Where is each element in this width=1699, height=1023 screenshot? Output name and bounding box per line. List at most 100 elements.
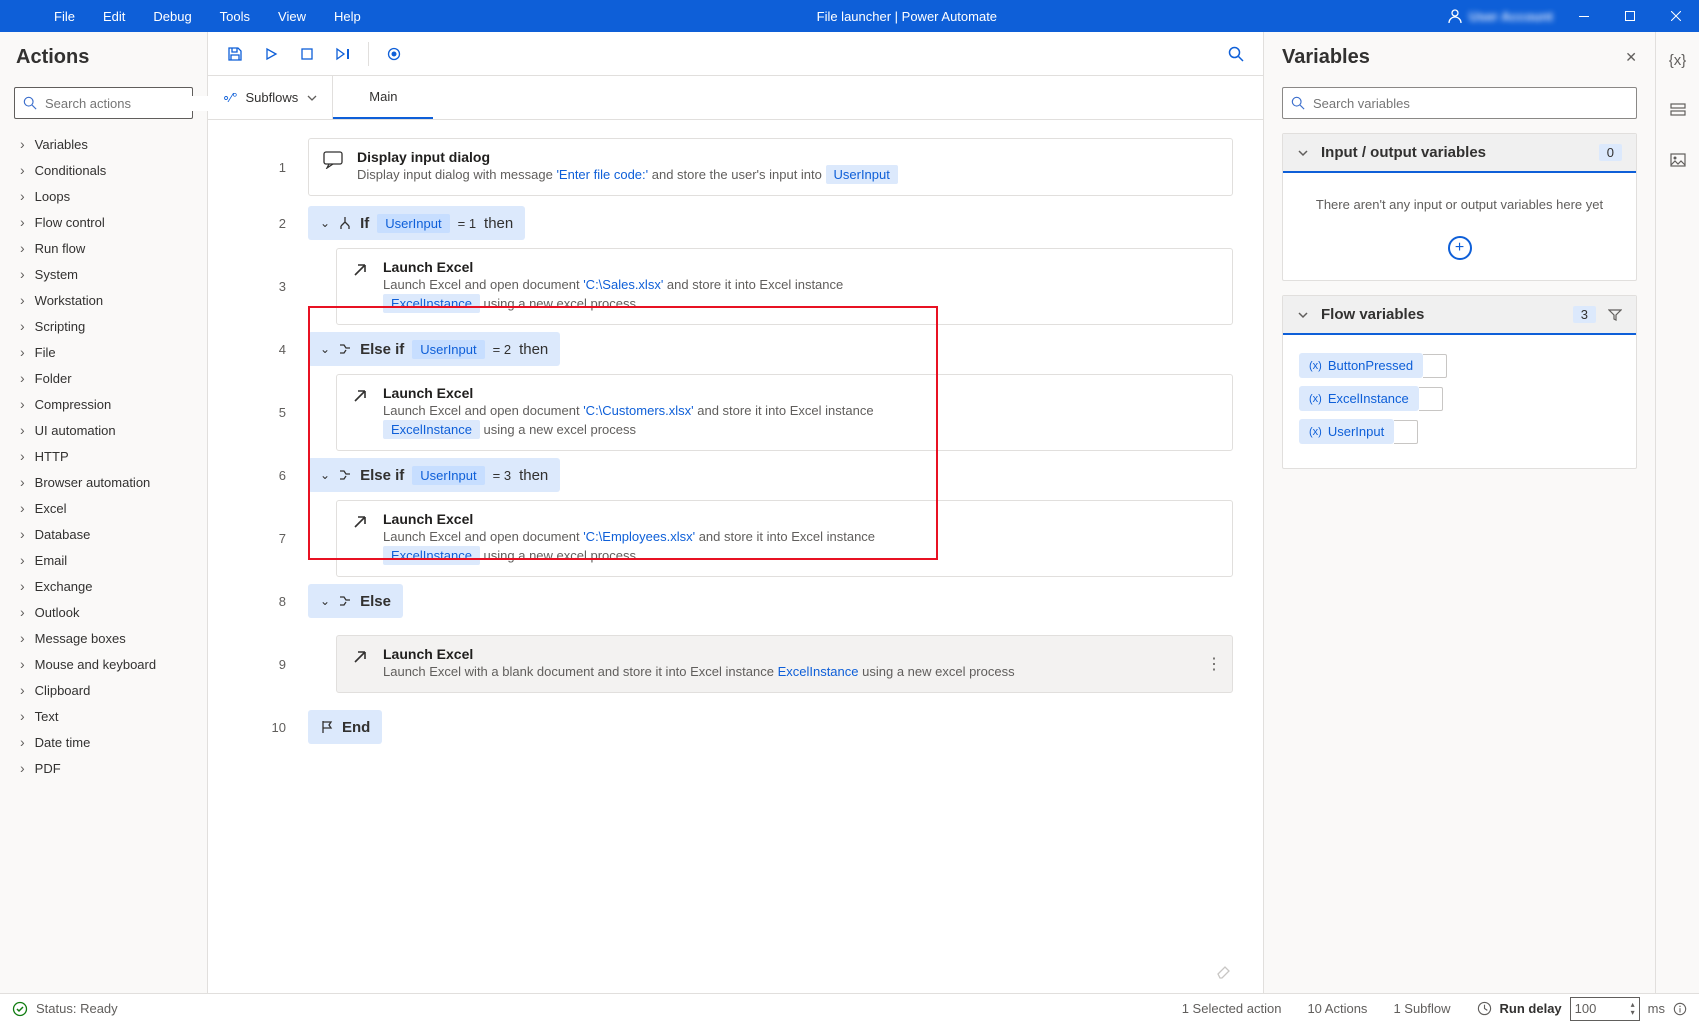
action-group-http[interactable]: HTTP: [2, 443, 203, 469]
actions-list[interactable]: Variables Conditionals Loops Flow contro…: [0, 131, 207, 993]
run-delay-group: Run delay 100 ▴▾ ms: [1477, 997, 1687, 1021]
action-group-folder[interactable]: Folder: [2, 365, 203, 391]
step-6[interactable]: ⌄ Else if UserInput = 3 then: [308, 450, 1233, 500]
action-group-outlook[interactable]: Outlook: [2, 599, 203, 625]
action-group-compression[interactable]: Compression: [2, 391, 203, 417]
search-actions-input[interactable]: [45, 96, 221, 111]
step-9-desc: Launch Excel with a blank document and s…: [383, 662, 1015, 682]
action-group-message-boxes[interactable]: Message boxes: [2, 625, 203, 651]
elseif-op: = 2: [493, 342, 511, 357]
step-button[interactable]: [328, 39, 358, 69]
more-button[interactable]: ⋮: [1206, 654, 1222, 674]
search-variables-input[interactable]: [1313, 96, 1628, 111]
var-excelinstance-pill: ExcelInstance: [383, 294, 480, 313]
step-10[interactable]: End: [308, 702, 1233, 752]
collapse-icon[interactable]: ⌄: [320, 468, 330, 482]
spinner-buttons[interactable]: ▴▾: [1631, 1001, 1635, 1017]
run-button[interactable]: [256, 39, 286, 69]
search-actions-box[interactable]: [14, 87, 193, 119]
step-4[interactable]: ⌄ Else if UserInput = 2 then: [308, 324, 1233, 374]
branch-icon: [338, 216, 352, 230]
action-group-flow-control[interactable]: Flow control: [2, 209, 203, 235]
action-group-exchange[interactable]: Exchange: [2, 573, 203, 599]
menu-tools[interactable]: Tools: [206, 0, 264, 32]
subflows-dropdown[interactable]: ∘∕° Subflows: [208, 76, 333, 119]
flow-var-userinput[interactable]: (x)UserInput: [1299, 419, 1620, 444]
action-group-ui-automation[interactable]: UI automation: [2, 417, 203, 443]
then-keyword: then: [519, 341, 548, 358]
io-variables-count: 0: [1599, 144, 1622, 161]
menu-debug[interactable]: Debug: [139, 0, 205, 32]
action-group-text[interactable]: Text: [2, 703, 203, 729]
record-button[interactable]: [379, 39, 409, 69]
user-section[interactable]: User Account: [1439, 8, 1561, 24]
line-10: 10: [208, 702, 286, 752]
step-3-desc: Launch Excel and open document 'C:\Sales…: [383, 275, 843, 314]
var-userinput-pill: UserInput: [377, 214, 449, 233]
action-group-pdf[interactable]: PDF: [2, 755, 203, 781]
step-2[interactable]: ⌄ If UserInput = 1 then: [308, 198, 1233, 248]
action-group-date-time[interactable]: Date time: [2, 729, 203, 755]
flow-canvas[interactable]: 1 2 3 4 5 6 7 8 9 10 Display input dialo…: [208, 120, 1263, 993]
menu-file[interactable]: File: [40, 0, 89, 32]
menu-edit[interactable]: Edit: [89, 0, 139, 32]
action-group-run-flow[interactable]: Run flow: [2, 235, 203, 261]
step-3[interactable]: Launch Excel Launch Excel and open docum…: [308, 248, 1233, 324]
menu-view[interactable]: View: [264, 0, 320, 32]
flow-var-buttonpressed[interactable]: (x)ButtonPressed: [1299, 353, 1620, 378]
action-group-file[interactable]: File: [2, 339, 203, 365]
close-button[interactable]: [1653, 0, 1699, 32]
step-1-title: Display input dialog: [357, 149, 898, 165]
minimize-button[interactable]: [1561, 0, 1607, 32]
variables-title: Variables: [1282, 46, 1625, 69]
tab-main[interactable]: Main: [333, 76, 433, 119]
action-group-loops[interactable]: Loops: [2, 183, 203, 209]
filter-icon[interactable]: [1608, 308, 1622, 322]
action-group-email[interactable]: Email: [2, 547, 203, 573]
collapse-icon[interactable]: ⌄: [320, 216, 330, 230]
action-group-database[interactable]: Database: [2, 521, 203, 547]
step-8[interactable]: ⌄ Else: [308, 576, 1233, 626]
action-group-browser-automation[interactable]: Browser automation: [2, 469, 203, 495]
toolbar-search-button[interactable]: [1221, 39, 1251, 69]
images-rail-button[interactable]: [1662, 144, 1694, 176]
variables-rail-button[interactable]: {x}: [1662, 44, 1694, 76]
ui-elements-rail-button[interactable]: [1662, 94, 1694, 126]
io-variables-title: Input / output variables: [1321, 144, 1587, 161]
action-group-mouse-keyboard[interactable]: Mouse and keyboard: [2, 651, 203, 677]
step-9[interactable]: Launch Excel Launch Excel with a blank d…: [308, 626, 1233, 702]
flow-variables-head[interactable]: Flow variables 3: [1283, 296, 1636, 335]
step-7[interactable]: Launch Excel Launch Excel and open docum…: [308, 500, 1233, 576]
save-button[interactable]: [220, 39, 250, 69]
step-5-desc: Launch Excel and open document 'C:\Custo…: [383, 401, 874, 440]
action-group-scripting[interactable]: Scripting: [2, 313, 203, 339]
eraser-icon[interactable]: [1215, 961, 1233, 979]
user-name-blurred: User Account: [1469, 9, 1553, 24]
step-5[interactable]: Launch Excel Launch Excel and open docum…: [308, 374, 1233, 450]
search-variables-box[interactable]: [1282, 87, 1637, 119]
collapse-icon[interactable]: ⌄: [320, 594, 330, 608]
run-delay-input[interactable]: 100 ▴▾: [1570, 997, 1640, 1021]
add-variable-button[interactable]: +: [1448, 236, 1472, 260]
close-variables-button[interactable]: ✕: [1625, 49, 1637, 66]
info-icon[interactable]: [1673, 1002, 1687, 1016]
action-group-variables[interactable]: Variables: [2, 131, 203, 157]
collapse-icon[interactable]: ⌄: [320, 342, 330, 356]
step-1-desc: Display input dialog with message 'Enter…: [357, 165, 898, 185]
flow-var-excelinstance[interactable]: (x)ExcelInstance: [1299, 386, 1620, 411]
title-bar: File Edit Debug Tools View Help File lau…: [0, 0, 1699, 32]
stop-button[interactable]: [292, 39, 322, 69]
action-group-conditionals[interactable]: Conditionals: [2, 157, 203, 183]
menu-help[interactable]: Help: [320, 0, 375, 32]
action-group-clipboard[interactable]: Clipboard: [2, 677, 203, 703]
io-variables-head[interactable]: Input / output variables 0: [1283, 134, 1636, 173]
elseif-keyword: Else if: [360, 341, 404, 358]
action-group-system[interactable]: System: [2, 261, 203, 287]
action-group-workstation[interactable]: Workstation: [2, 287, 203, 313]
action-group-excel[interactable]: Excel: [2, 495, 203, 521]
elseif-keyword: Else if: [360, 467, 404, 484]
step-1[interactable]: Display input dialog Display input dialo…: [308, 136, 1233, 198]
maximize-button[interactable]: [1607, 0, 1653, 32]
flow-variables-title: Flow variables: [1321, 306, 1561, 323]
line-6: 6: [208, 450, 286, 500]
